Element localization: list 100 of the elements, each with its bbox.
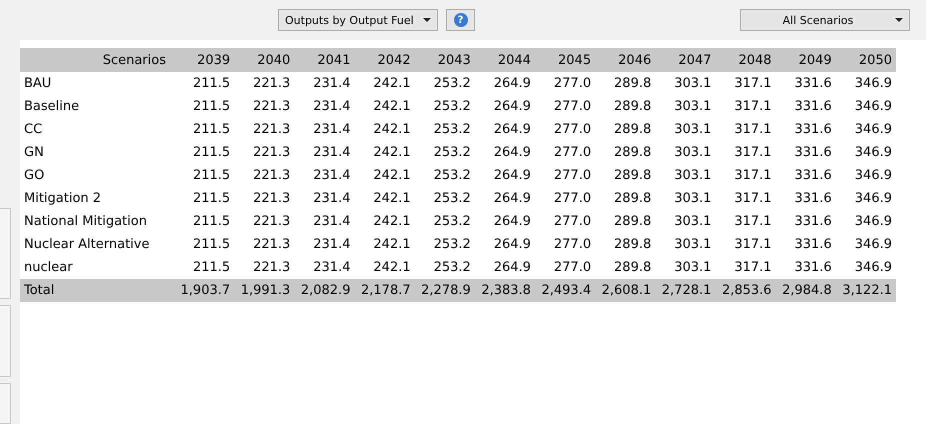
table-cell-text: 289.8 [613,167,652,185]
table-cell-text: 303.1 [673,167,712,185]
table-cell-text: 231.4 [312,121,352,139]
table-cell: 289.8 [595,72,656,95]
table-cell-text: 231.4 [312,213,352,231]
table-cell-text: 253.2 [432,236,472,254]
table-cell-text: 211.5 [192,167,232,185]
table-cell-text: 303.1 [673,98,712,116]
total-cell: 2,728.1 [655,279,716,302]
row-label: GN [23,144,45,162]
column-header: 2050 [836,48,896,72]
table-cell-text: 242.1 [372,190,412,208]
table-cell-text: 303.1 [673,213,712,231]
table-cell-text: 303.1 [673,190,712,208]
table-cell-text: 242.1 [372,167,412,185]
side-tab[interactable] [0,383,11,424]
table-cell-text: 264.9 [492,98,532,116]
help-button[interactable]: ? [446,9,475,31]
table-cell-text: 231.4 [312,190,352,208]
table-cell-text: 277.0 [552,144,592,162]
table-cell-text: 264.9 [492,167,532,185]
table-cell: 211.5 [174,256,234,279]
table-cell-text: 264.9 [492,236,532,254]
table-cell: 331.6 [776,72,836,95]
side-tab[interactable] [0,305,11,378]
table-cell-text: 211.5 [192,213,232,231]
table-cell-text: 242.1 [372,144,412,162]
table-cell-text: 289.8 [613,236,652,254]
table-cell-text: 303.1 [673,236,712,254]
table-cell-text: 264.9 [492,121,532,139]
table-cell-text: 303.1 [673,121,712,139]
table-cell-text: 289.8 [613,213,652,231]
column-header: 2046 [595,48,656,72]
table-cell: 346.9 [836,256,896,279]
table-cell: 277.0 [534,256,596,279]
table-cell-text: 317.1 [733,190,773,208]
table-cell-text: 253.2 [432,167,472,185]
column-header: 2041 [294,48,354,72]
table-cell-text: 253.2 [432,98,472,116]
table-cell: 211.5 [174,72,234,95]
table-cell-text: 231.4 [312,144,352,162]
row-label: National Mitigation [23,213,148,231]
table-cell-text: 331.6 [794,167,833,185]
table-cell-text: 277.0 [552,98,592,116]
table-cell-text: 331.6 [794,236,833,254]
column-header: 2044 [474,48,535,72]
table-cell-text: 346.9 [854,213,893,231]
table-cell-text: 242.1 [372,98,412,116]
table-cell: 264.9 [474,72,535,95]
table-cell-text: 277.0 [552,121,592,139]
table-cell: 231.4 [294,72,354,95]
side-tab[interactable] [0,208,11,300]
caret-icon [895,18,903,22]
table-cell: 303.1 [655,256,716,279]
total-cell: 2,493.4 [534,279,596,302]
column-header: 2048 [715,48,776,72]
table-cell-text: 211.5 [192,98,232,116]
caret-icon [423,18,431,22]
total-cell: 2,178.7 [354,279,415,302]
column-header: 2043 [414,48,475,72]
table-cell-text: 221.3 [252,236,292,254]
table-cell-text: 317.1 [733,144,773,162]
total-cell: 2,383.8 [474,279,535,302]
table-cell: 231.4 [294,256,354,279]
table-cell-text: 221.3 [252,121,292,139]
table-cell-text: 317.1 [733,167,773,185]
table-cell: 317.1 [715,256,776,279]
table-cell-text: 211.5 [192,144,232,162]
table-cell-text: 346.9 [854,121,893,139]
table-cell: 331.6 [776,256,836,279]
table-cell-text: 277.0 [552,167,592,185]
table-cell-text: 264.9 [492,190,532,208]
table-cell-text: 242.1 [372,121,412,139]
total-cell: 1,903.7 [174,279,234,302]
table-cell-text: 331.6 [794,213,833,231]
table-cell-text: 264.9 [492,144,532,162]
table-cell-text: 317.1 [733,121,773,139]
scenario-dropdown[interactable]: All Scenarios [740,9,910,31]
total-label: Total [20,279,174,302]
table-cell-text: 277.0 [552,236,592,254]
table-cell-text: 264.9 [492,213,532,231]
table-cell-text: 289.8 [613,190,652,208]
column-header: 2039 [174,48,234,72]
column-header: 2049 [776,48,836,72]
total-cell: 2,278.9 [414,279,475,302]
table-cell-text: 242.1 [372,236,412,254]
table-cell-text: 221.3 [252,144,292,162]
total-cell: 2,853.6 [715,279,776,302]
view-dropdown[interactable]: Outputs by Output Fuel [278,9,438,31]
table-cell-text: 221.3 [252,190,292,208]
table-cell-text: 211.5 [192,236,232,254]
table-cell-text: 331.6 [794,144,833,162]
table-cell-text: 253.2 [432,213,472,231]
table-cell-text: 346.9 [854,236,893,254]
table-cell-text: 277.0 [552,213,592,231]
table-cell: 277.0 [534,72,596,95]
table-cell-text: 346.9 [854,190,893,208]
table-cell-text: 277.0 [552,190,592,208]
table-cell-text: 231.4 [312,167,352,185]
table-cell-text: 253.2 [432,121,472,139]
